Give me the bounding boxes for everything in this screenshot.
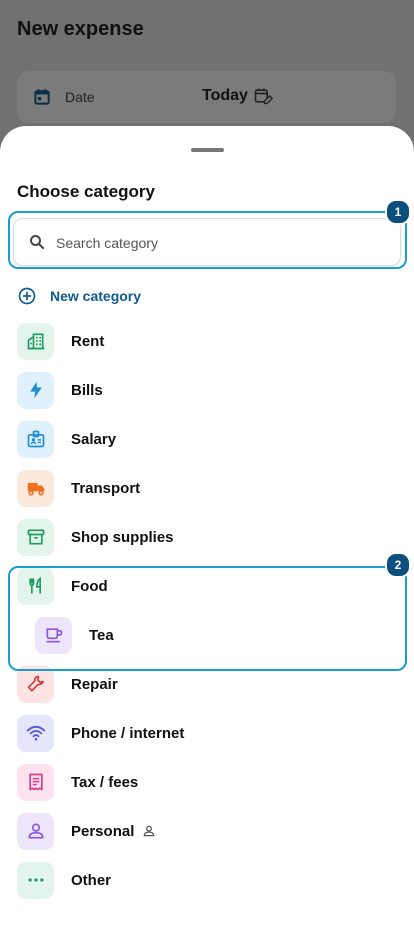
bolt-icon [29, 381, 42, 399]
personal-marker-icon [144, 825, 155, 837]
building-icon [27, 333, 44, 350]
category-label: Repair [71, 675, 118, 693]
truck-icon [27, 483, 44, 496]
category-label: Shop supplies [71, 528, 174, 546]
receipt-icon [28, 773, 43, 791]
category-tile [17, 665, 54, 703]
calendar-icon [34, 89, 50, 105]
date-label: Date [65, 89, 95, 105]
category-tile [17, 812, 54, 850]
archive-box-icon [27, 529, 44, 545]
page-title: New expense [17, 18, 144, 40]
category-label: Transport [71, 479, 141, 497]
category-label: Other [71, 871, 112, 889]
category-label: Rent [71, 332, 105, 350]
dots-icon [28, 878, 43, 882]
category-label: Bills [71, 381, 103, 399]
sheet-title: Choose category [17, 182, 155, 201]
category-tile [17, 322, 54, 360]
badge-id-icon [27, 430, 44, 448]
annotation-badge-1: 1 [385, 199, 411, 225]
category-item-bills[interactable]: Bills [17, 370, 103, 410]
category-item-salary[interactable]: Salary [17, 419, 116, 459]
category-label: Phone / internet [71, 724, 185, 742]
person-icon [28, 823, 44, 839]
sheet-drag-handle[interactable] [191, 148, 224, 152]
new-category-button[interactable]: New category [17, 284, 141, 308]
category-tile [17, 518, 54, 556]
category-item-other[interactable]: Other [17, 860, 111, 900]
category-tile [17, 861, 54, 899]
category-tile [17, 469, 54, 507]
wrench-icon [27, 675, 44, 692]
calendar-edit-icon [254, 88, 273, 105]
category-tile [17, 714, 54, 752]
wifi-icon [26, 725, 45, 741]
category-tile [17, 420, 54, 458]
category-label: Tax / fees [71, 773, 139, 791]
new-category-label: New category [50, 288, 142, 304]
category-item-tax-fees[interactable]: Tax / fees [17, 762, 138, 802]
category-label: Salary [71, 430, 117, 448]
category-label: Personal [71, 822, 135, 840]
category-tile [17, 763, 54, 801]
plus-circle-icon [18, 287, 36, 305]
category-tile [17, 371, 54, 409]
category-item-shop-supplies[interactable]: Shop supplies [17, 517, 174, 557]
category-item-rent[interactable]: Rent [17, 321, 104, 361]
annotation-badge-2: 2 [385, 552, 411, 578]
category-item-personal[interactable]: Personal [17, 811, 156, 851]
highlight-food-group [8, 566, 407, 671]
date-card[interactable]: Date Today [17, 71, 396, 123]
date-value: Today [202, 87, 248, 104]
category-item-phone-internet[interactable]: Phone / internet [17, 713, 184, 753]
highlight-search [8, 211, 407, 269]
category-item-transport[interactable]: Transport [17, 468, 140, 508]
